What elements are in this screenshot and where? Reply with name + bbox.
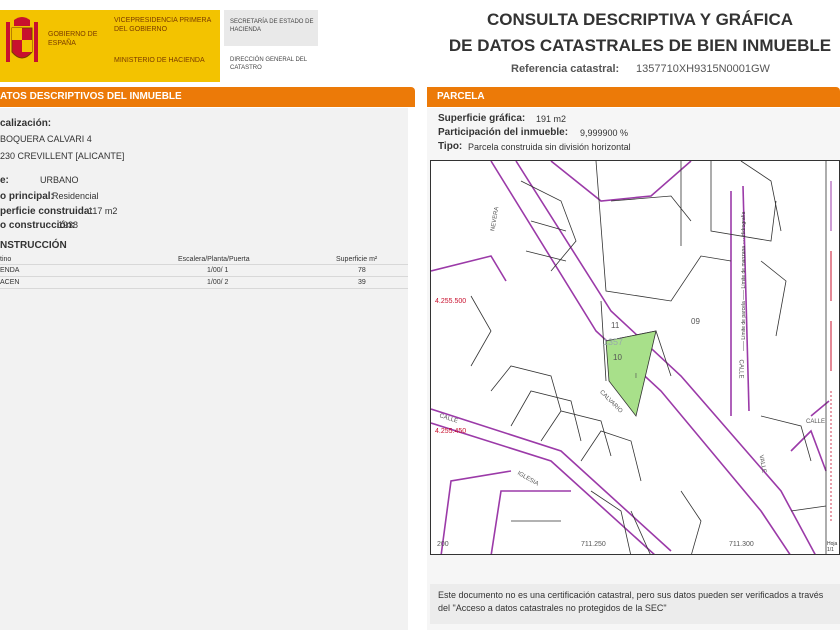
- descriptive-data-title: ATOS DESCRIPTIVOS DEL INMUEBLE: [0, 91, 182, 102]
- descriptive-data-panel: [0, 108, 408, 630]
- table-header-superficie: Superficie m²: [336, 256, 378, 263]
- descriptive-data-header: ATOS DESCRIPTIVOS DEL INMUEBLE: [0, 87, 415, 107]
- parcela-header: PARCELA: [427, 87, 840, 107]
- table-divider: [0, 276, 408, 277]
- table-row-escalera: 1/00/ 2: [207, 279, 229, 286]
- page-title-line1: CONSULTA DESCRIPTIVA Y GRÁFICA: [486, 10, 794, 29]
- participacion-value: 9,999900 %: [580, 128, 629, 138]
- construccion-heading: NSTRUCCIÓN: [0, 240, 67, 251]
- coord-label-x1: 200: [437, 541, 449, 548]
- parcel-label-09: 09: [691, 317, 700, 326]
- secretaria-label: SECRETARÍA DE ESTADO DE HACIENDA: [230, 19, 314, 33]
- ministerio-label: MINISTERIO DE HACIENDA: [114, 57, 205, 64]
- address-line1: BOQUERA CALVARI 4: [0, 134, 92, 144]
- tipo-label: Tipo:: [438, 141, 463, 152]
- table-row-destino: ACEN: [0, 279, 20, 286]
- direccion-catastro-label: DIRECCIÓN GENERAL DEL CATASTRO: [230, 57, 307, 71]
- table-header-destino: tino: [0, 256, 12, 263]
- clase-value: URBANO: [40, 175, 79, 185]
- uso-value: Residencial: [52, 191, 99, 201]
- table-row-superficie: 39: [358, 279, 366, 286]
- parcel-label-11: 11: [611, 321, 620, 330]
- street-label-calle: CALLE: [737, 359, 744, 379]
- tipo-value: Parcela construida sin división horizont…: [468, 142, 631, 152]
- gobierno-label: GOBIERNO DE ESPAÑA: [48, 31, 98, 47]
- ref-catastral-label: Referencia catastral:: [511, 63, 620, 75]
- table-row-superficie: 78: [358, 267, 366, 274]
- address-line2: 230 CREVILLENT [ALICANTE]: [0, 151, 125, 161]
- vicepresidencia-label: VICEPRESIDENCIA PRIMERA DEL GOBIERNO: [114, 17, 211, 33]
- parcel-label-10: 10: [613, 353, 622, 362]
- superficie-value: 117 m2: [88, 206, 118, 216]
- coord-label-mid: 4.255.450: [435, 428, 467, 435]
- street-label-calle: CALLE: [806, 419, 826, 425]
- clase-label: e:: [0, 175, 9, 186]
- superficie-label: perficie construida:: [0, 206, 93, 217]
- ano-construccion-value: 1938: [58, 220, 79, 230]
- page-title-line2: DE DATOS CATASTRALES DE BIEN INMUEBLE: [448, 36, 832, 55]
- disclaimer-text: Este documento no es una certificación c…: [438, 590, 824, 613]
- map-sheet-label: Hoja 1/1: [827, 541, 838, 553]
- ref-catastral-value: 1357710XH9315N0001GW: [636, 63, 770, 75]
- coord-label-x2: 711.250: [581, 541, 606, 548]
- superficie-grafica-label: Superficie gráfica:: [438, 113, 526, 124]
- coord-label-top: 4.255.500: [435, 298, 467, 305]
- parcel-ref-label: 1357: [603, 337, 624, 347]
- coat-of-arms-icon: [6, 17, 38, 62]
- table-row-destino: ENDA: [0, 267, 20, 274]
- table-divider: [0, 264, 408, 265]
- cadastral-map[interactable]: 11 10 09 1357 4.255.500 4.255.450 200 71…: [430, 160, 840, 555]
- coord-label-x3: 711.300: [729, 541, 754, 548]
- map-legend-text: —— Límite de parcela —— Límite de manzan…: [741, 211, 747, 351]
- disclaimer-notice: Este documento no es una certificación c…: [430, 584, 840, 624]
- table-header-escalera: Escalera/Planta/Puerta: [178, 256, 250, 263]
- superficie-grafica-value: 191 m2: [536, 114, 567, 124]
- uso-label: o principal:: [0, 191, 54, 202]
- localizacion-label: calización:: [0, 118, 52, 129]
- participacion-label: Participación del inmueble:: [438, 127, 569, 138]
- table-row-escalera: 1/00/ 1: [207, 267, 229, 274]
- table-divider: [0, 288, 408, 289]
- parcel-marker-label: I: [635, 373, 637, 380]
- parcela-title: PARCELA: [437, 91, 485, 102]
